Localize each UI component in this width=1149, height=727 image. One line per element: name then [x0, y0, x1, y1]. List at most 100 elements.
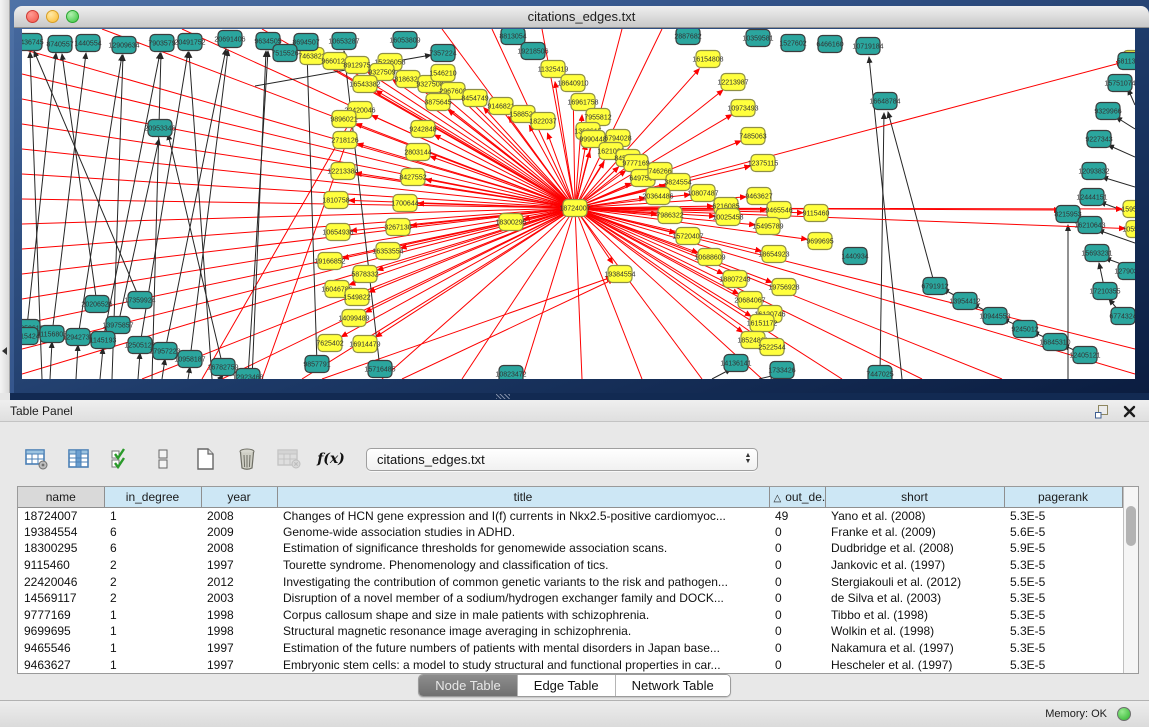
table-cell[interactable]: Hescheler et al. (1997) — [825, 656, 1004, 673]
graph-node[interactable]: 9245012 — [1011, 321, 1038, 338]
table-cell[interactable]: 2003 — [201, 590, 277, 607]
table-cell[interactable]: 9777169 — [18, 607, 104, 624]
column-header-title[interactable]: title — [277, 487, 769, 507]
graph-node[interactable]: 15495789 — [752, 218, 783, 235]
close-panel-icon[interactable] — [1121, 403, 1137, 419]
graph-node[interactable]: 20491752 — [174, 34, 205, 51]
graph-node[interactable]: 20953346 — [144, 120, 175, 137]
new-column-button[interactable] — [190, 444, 220, 474]
graph-node[interactable]: 16210643 — [1074, 217, 1105, 234]
graph-node[interactable]: 12444151 — [1076, 189, 1107, 206]
table-cell[interactable]: 1 — [104, 507, 201, 524]
table-cell[interactable]: 5.3E-5 — [1004, 507, 1122, 524]
graph-node[interactable]: 16543382 — [349, 76, 380, 93]
table-cell[interactable]: Yano et al. (2008) — [825, 507, 1004, 524]
table-cell[interactable]: 1 — [104, 656, 201, 673]
graph-node[interactable]: 18640910 — [557, 75, 588, 92]
graph-node[interactable]: 18724007 — [559, 200, 590, 217]
table-cell[interactable]: Embryonic stem cells: a model to study s… — [277, 656, 769, 673]
graph-node[interactable]: 9857791 — [303, 356, 330, 373]
graph-node[interactable]: 18300295 — [495, 214, 526, 231]
table-cell[interactable]: 1997 — [201, 557, 277, 574]
graph-node[interactable]: 10025458 — [712, 209, 743, 226]
zoom-window-button[interactable] — [66, 10, 79, 23]
graph-node[interactable]: 12375115 — [748, 155, 779, 172]
row-options-button[interactable] — [148, 444, 178, 474]
graph-node[interactable]: 7625402 — [316, 335, 343, 352]
table-cell[interactable]: 14569117 — [18, 590, 104, 607]
table-cell[interactable]: 0 — [769, 656, 825, 673]
minimize-window-button[interactable] — [46, 10, 59, 23]
column-header-name[interactable]: name — [18, 487, 104, 507]
table-cell[interactable]: 1998 — [201, 623, 277, 640]
graph-node[interactable]: 12909634 — [108, 37, 139, 54]
float-panel-icon[interactable] — [1093, 403, 1109, 419]
graph-node[interactable]: 10653287 — [328, 33, 359, 50]
import-table-button[interactable] — [274, 444, 304, 474]
close-window-button[interactable] — [26, 10, 39, 23]
panel-splitter[interactable] — [0, 393, 1149, 400]
graph-node[interactable]: 6774324 — [1109, 308, 1135, 325]
graph-node[interactable]: 16845310 — [1039, 334, 1070, 351]
table-cell[interactable]: de Silva et al. (2003) — [825, 590, 1004, 607]
graph-node[interactable]: 12790312 — [1114, 263, 1135, 280]
table-cell[interactable]: 18724007 — [18, 507, 104, 524]
graph-node[interactable]: 16053809 — [389, 32, 420, 49]
table-cell[interactable]: 1998 — [201, 607, 277, 624]
splitter-grip[interactable] — [496, 394, 510, 399]
graph-node[interactable]: 9329966 — [1094, 103, 1121, 120]
graph-node[interactable]: 1822037 — [529, 113, 556, 130]
table-cell[interactable]: Dudbridge et al. (2008) — [825, 540, 1004, 557]
graph-node[interactable]: 10958187 — [174, 351, 205, 368]
graph-node[interactable]: 14099489 — [338, 310, 369, 327]
graph-node[interactable]: 16914479 — [349, 336, 380, 353]
table-cell[interactable]: 0 — [769, 640, 825, 657]
table-cell[interactable]: 0 — [769, 557, 825, 574]
graph-node[interactable]: 17359924 — [124, 292, 155, 309]
graph-node[interactable]: 1733426 — [768, 362, 795, 379]
table-cell[interactable]: 2 — [104, 590, 201, 607]
graph-node[interactable]: 8454749 — [461, 90, 488, 107]
graph-node[interactable]: 15693231 — [1081, 245, 1112, 262]
graph-node[interactable]: 1595812 — [1121, 201, 1135, 218]
table-cell[interactable]: Nakamura et al. (1997) — [825, 640, 1004, 657]
graph-node[interactable]: 9465546 — [765, 202, 792, 219]
graph-node[interactable]: 14136141 — [720, 355, 751, 372]
network-canvas[interactable]: 1872400774638229660128891297515226058932… — [22, 29, 1135, 379]
delete-column-button[interactable] — [232, 444, 262, 474]
graph-node[interactable]: 10554312 — [1122, 221, 1135, 238]
table-cell[interactable]: 5.3E-5 — [1004, 640, 1122, 657]
table-cell[interactable]: Stergiakouli et al. (2012) — [825, 573, 1004, 590]
graph-node[interactable]: 18807249 — [719, 271, 750, 288]
control-panel-splitter[interactable] — [0, 0, 10, 393]
table-cell[interactable]: 0 — [769, 573, 825, 590]
graph-node[interactable]: 9436745 — [22, 34, 44, 51]
table-cell[interactable]: 5.3E-5 — [1004, 557, 1122, 574]
table-cell[interactable]: 2012 — [201, 573, 277, 590]
graph-node[interactable]: 13954412 — [949, 293, 980, 310]
table-cell[interactable]: 2 — [104, 557, 201, 574]
graph-node[interactable]: 1527602 — [779, 35, 806, 52]
table-cell[interactable]: 1 — [104, 640, 201, 657]
table-cell[interactable]: 6 — [104, 540, 201, 557]
table-cell[interactable]: 9463627 — [18, 656, 104, 673]
column-header-out-de-[interactable]: △out_de... — [769, 487, 825, 507]
table-cell[interactable]: 22420046 — [18, 573, 104, 590]
graph-node[interactable]: 10359581 — [742, 30, 773, 47]
table-cell[interactable]: 1997 — [201, 656, 277, 673]
table-cell[interactable]: 5.5E-5 — [1004, 573, 1122, 590]
graph-node[interactable]: 20691406 — [214, 31, 245, 48]
table-cell[interactable]: 9115460 — [18, 557, 104, 574]
graph-node[interactable]: 19166852 — [314, 253, 345, 270]
graph-node[interactable]: 20364486 — [642, 188, 673, 205]
graph-node[interactable]: 9699695 — [806, 233, 833, 250]
table-cell[interactable]: 5.3E-5 — [1004, 656, 1122, 673]
graph-node[interactable]: 1700644 — [391, 195, 418, 212]
graph-node[interactable]: 12923468 — [232, 369, 263, 380]
graph-node[interactable]: 8912975 — [343, 57, 370, 74]
table-scrollbar-thumb[interactable] — [1126, 506, 1136, 546]
graph-node[interactable]: 1546210 — [429, 65, 456, 82]
table-cell[interactable]: Jankovic et al. (1997) — [825, 557, 1004, 574]
graph-node[interactable]: 1810758 — [322, 192, 349, 209]
tab-edge-table[interactable]: Edge Table — [517, 675, 615, 696]
